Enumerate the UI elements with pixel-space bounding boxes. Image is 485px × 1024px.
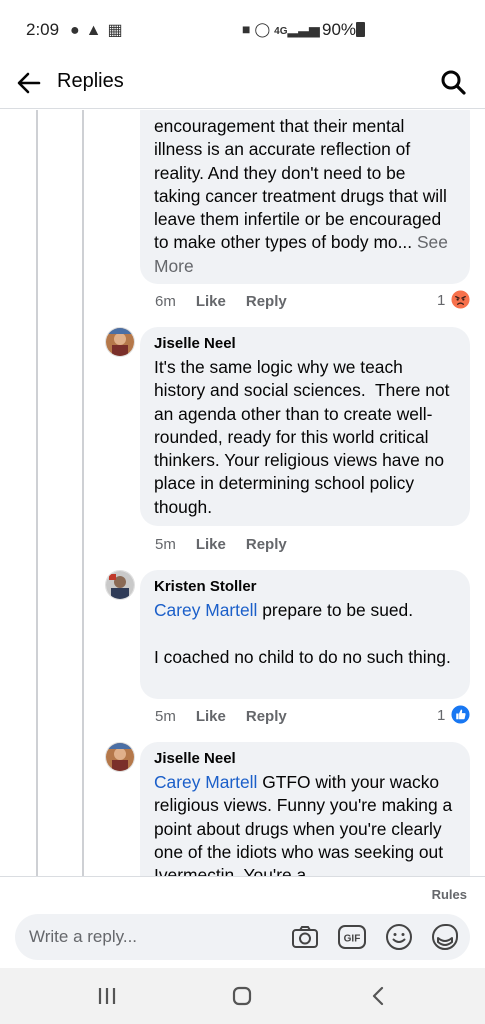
comment-bubble[interactable]: Jiselle Neel Carey Martell GTFO with you… [140,742,470,876]
thread-line [36,110,38,876]
like-button[interactable]: Like [196,708,226,725]
avatar[interactable] [105,327,135,357]
home-icon[interactable] [229,983,255,1009]
like-button[interactable]: Like [196,293,226,310]
comment-bubble[interactable]: Jiselle Neel It's the same logic why we … [140,327,470,526]
comment-author[interactable]: Kristen Stoller [154,578,456,595]
status-time: 2:09 [26,20,60,39]
reply-composer: Rules Write a reply... GIF [0,876,485,969]
gallery-icon: ▦ [107,22,129,39]
arrow-left-icon [17,72,41,94]
alarm-icon: ◯ [254,21,275,37]
angry-reaction-icon [451,290,470,309]
like-button[interactable]: Like [196,536,226,553]
gif-icon[interactable]: GIF [337,922,367,952]
sticker-icon[interactable] [430,922,460,952]
user-avatar-image [106,743,134,771]
lock-icon: ■ [242,21,255,37]
comment-text: It's the same logic why we teach history… [154,357,455,517]
reply-button[interactable]: Reply [246,536,287,553]
search-button[interactable] [439,68,467,96]
camera-icon[interactable] [290,922,320,952]
like-reaction-icon [451,705,470,724]
reaction-count[interactable]: 1 [437,292,445,309]
comment-time: 6m [155,293,176,310]
back-icon[interactable] [366,983,392,1009]
recent-apps-icon[interactable] [94,983,120,1009]
comment-time: 5m [155,708,176,725]
rules-link[interactable]: Rules [432,887,467,902]
system-nav-bar [0,968,485,1024]
reaction-count[interactable]: 1 [437,707,445,724]
comment-author[interactable]: Jiselle Neel [154,335,456,352]
comment-actions: 5m Like Reply [155,536,307,553]
comment-actions: 5m Like Reply [155,708,307,725]
avatar[interactable] [105,570,135,600]
comment-actions: 6m Like Reply [155,293,307,310]
comment-author[interactable]: Jiselle Neel [154,750,456,767]
user-avatar-image [106,571,134,599]
battery-level: 90% [322,20,357,39]
comment-bubble[interactable]: Kristen Stoller Carey Martell prepare to… [140,570,470,699]
mention-link[interactable]: Carey Martell [154,772,257,792]
mention-link[interactable]: Carey Martell [154,600,257,620]
4g-lte-icon: 4G [274,26,288,37]
comment-text: encouragement that their mental illness … [154,116,452,253]
reply-placeholder: Write a reply... [29,927,138,946]
emoji-icon[interactable] [384,922,414,952]
signal-icon: ▂▃▅ [287,21,320,37]
svg-text:GIF: GIF [344,934,361,945]
navigation-arrow-icon: ▲ [85,22,108,39]
avatar[interactable] [105,742,135,772]
comment-time: 5m [155,536,176,553]
user-avatar-image [106,328,134,356]
snapchat-icon: ● [70,22,86,39]
back-button[interactable] [14,68,44,98]
page-title: Replies [57,70,124,92]
reply-button[interactable]: Reply [246,708,287,725]
search-icon [441,70,466,95]
reply-input[interactable]: Write a reply... GIF [15,914,470,960]
thread-line [82,110,84,876]
battery-icon [356,22,365,37]
app-bar: Replies [0,58,485,109]
reply-button[interactable]: Reply [246,293,287,310]
status-bar: 2:09 ●▲▦ ■◯4G▂▃▅ 90% [0,0,485,58]
replies-thread[interactable]: encouragement that their mental illness … [0,110,485,876]
comment-bubble[interactable]: encouragement that their mental illness … [140,110,470,284]
